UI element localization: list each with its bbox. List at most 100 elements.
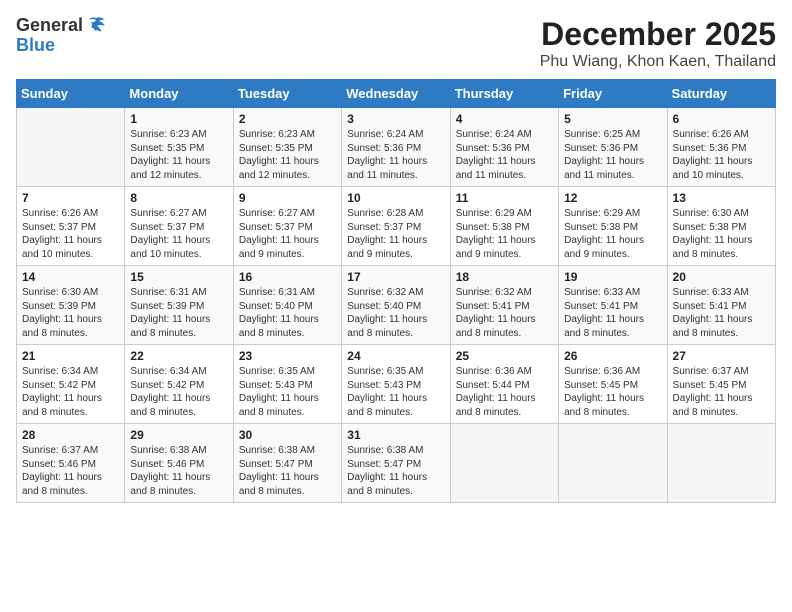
day-number: 7 [22,191,119,205]
calendar-cell: 13 Sunrise: 6:30 AMSunset: 5:38 PMDayligh… [667,187,775,266]
day-number: 1 [130,112,227,126]
page-subtitle: Phu Wiang, Khon Kaen, Thailand [540,53,776,71]
day-info: Sunrise: 6:37 AMSunset: 5:45 PMDaylight:… [673,365,770,419]
calendar-week-row: 1 Sunrise: 6:23 AMSunset: 5:35 PMDaylight… [17,108,776,187]
page-title: December 2025 [540,16,776,53]
day-info: Sunrise: 6:38 AMSunset: 5:46 PMDaylight:… [130,444,227,498]
calendar-cell: 1 Sunrise: 6:23 AMSunset: 5:35 PMDaylight… [125,108,233,187]
calendar-week-row: 7 Sunrise: 6:26 AMSunset: 5:37 PMDaylight… [17,187,776,266]
calendar-cell: 7 Sunrise: 6:26 AMSunset: 5:37 PMDaylight… [17,187,125,266]
day-number: 27 [673,349,770,363]
calendar-cell: 18 Sunrise: 6:32 AMSunset: 5:41 PMDayligh… [450,266,558,345]
day-info: Sunrise: 6:31 AMSunset: 5:40 PMDaylight:… [239,286,336,340]
calendar-cell: 29 Sunrise: 6:38 AMSunset: 5:46 PMDayligh… [125,424,233,503]
day-info: Sunrise: 6:28 AMSunset: 5:37 PMDaylight:… [347,207,444,261]
day-number: 21 [22,349,119,363]
day-number: 4 [456,112,553,126]
day-number: 11 [456,191,553,205]
day-number: 24 [347,349,444,363]
day-number: 26 [564,349,661,363]
day-info: Sunrise: 6:25 AMSunset: 5:36 PMDaylight:… [564,128,661,182]
calendar-cell: 5 Sunrise: 6:25 AMSunset: 5:36 PMDaylight… [559,108,667,187]
day-number: 13 [673,191,770,205]
logo-bird-icon [85,16,107,36]
day-number: 15 [130,270,227,284]
calendar-cell: 6 Sunrise: 6:26 AMSunset: 5:36 PMDaylight… [667,108,775,187]
day-info: Sunrise: 6:38 AMSunset: 5:47 PMDaylight:… [239,444,336,498]
calendar-cell: 8Sunrise: 6:27 AMSunset: 5:37 PMDaylight… [125,187,233,266]
calendar-cell: 12 Sunrise: 6:29 AMSunset: 5:38 PMDayligh… [559,187,667,266]
calendar-week-row: 21 Sunrise: 6:34 AMSunset: 5:42 PMDayligh… [17,345,776,424]
header-friday: Friday [559,80,667,108]
calendar-cell: 10 Sunrise: 6:28 AMSunset: 5:37 PMDayligh… [342,187,450,266]
calendar-cell: 23Sunrise: 6:35 AMSunset: 5:43 PMDayligh… [233,345,341,424]
calendar-cell [559,424,667,503]
day-info: Sunrise: 6:36 AMSunset: 5:45 PMDaylight:… [564,365,661,419]
calendar-cell: 27 Sunrise: 6:37 AMSunset: 5:45 PMDayligh… [667,345,775,424]
day-info: Sunrise: 6:23 AMSunset: 5:35 PMDaylight:… [239,128,336,182]
day-number: 23 [239,349,336,363]
calendar-header-row: SundayMondayTuesdayWednesdayThursdayFrid… [17,80,776,108]
day-info: Sunrise: 6:23 AMSunset: 5:35 PMDaylight:… [130,128,227,182]
day-number: 5 [564,112,661,126]
calendar-cell: 31 Sunrise: 6:38 AMSunset: 5:47 PMDayligh… [342,424,450,503]
calendar-cell: 16Sunrise: 6:31 AMSunset: 5:40 PMDayligh… [233,266,341,345]
day-info: Sunrise: 6:33 AMSunset: 5:41 PMDaylight:… [564,286,661,340]
calendar-cell: 26 Sunrise: 6:36 AMSunset: 5:45 PMDayligh… [559,345,667,424]
calendar-cell: 21Sunrise: 6:34 AMSunset: 5:42 PMDayligh… [17,345,125,424]
page-header: General Blue December 2025 Phu Wiang, Kh… [16,16,776,71]
day-number: 31 [347,428,444,442]
day-number: 6 [673,112,770,126]
calendar-cell [450,424,558,503]
day-info: Sunrise: 6:29 AMSunset: 5:38 PMDaylight:… [564,207,661,261]
header-tuesday: Tuesday [233,80,341,108]
day-number: 12 [564,191,661,205]
day-info: Sunrise: 6:33 AMSunset: 5:41 PMDaylight:… [673,286,770,340]
day-number: 28 [22,428,119,442]
calendar-cell: 30 Sunrise: 6:38 AMSunset: 5:47 PMDayligh… [233,424,341,503]
day-info: Sunrise: 6:32 AMSunset: 5:41 PMDaylight:… [456,286,553,340]
calendar-cell: 28 Sunrise: 6:37 AMSunset: 5:46 PMDayligh… [17,424,125,503]
day-number: 17 [347,270,444,284]
day-info: Sunrise: 6:37 AMSunset: 5:46 PMDaylight:… [22,444,119,498]
logo-blue: Blue [16,36,107,56]
day-number: 9 [239,191,336,205]
day-number: 3 [347,112,444,126]
calendar-cell: 15Sunrise: 6:31 AMSunset: 5:39 PMDayligh… [125,266,233,345]
header-thursday: Thursday [450,80,558,108]
day-number: 14 [22,270,119,284]
header-saturday: Saturday [667,80,775,108]
calendar-cell: 22 Sunrise: 6:34 AMSunset: 5:42 PMDayligh… [125,345,233,424]
day-number: 19 [564,270,661,284]
header-monday: Monday [125,80,233,108]
day-info: Sunrise: 6:26 AMSunset: 5:36 PMDaylight:… [673,128,770,182]
calendar-cell: 11Sunrise: 6:29 AMSunset: 5:38 PMDayligh… [450,187,558,266]
day-info: Sunrise: 6:24 AMSunset: 5:36 PMDaylight:… [347,128,444,182]
day-info: Sunrise: 6:38 AMSunset: 5:47 PMDaylight:… [347,444,444,498]
day-info: Sunrise: 6:27 AMSunset: 5:37 PMDaylight:… [130,207,227,261]
day-info: Sunrise: 6:30 AMSunset: 5:38 PMDaylight:… [673,207,770,261]
day-info: Sunrise: 6:30 AMSunset: 5:39 PMDaylight:… [22,286,119,340]
day-number: 22 [130,349,227,363]
calendar-cell [667,424,775,503]
day-number: 29 [130,428,227,442]
day-number: 10 [347,191,444,205]
day-info: Sunrise: 6:36 AMSunset: 5:44 PMDaylight:… [456,365,553,419]
calendar-table: SundayMondayTuesdayWednesdayThursdayFrid… [16,79,776,503]
day-number: 20 [673,270,770,284]
header-wednesday: Wednesday [342,80,450,108]
header-sunday: Sunday [17,80,125,108]
calendar-cell: 25 Sunrise: 6:36 AMSunset: 5:44 PMDayligh… [450,345,558,424]
day-info: Sunrise: 6:34 AMSunset: 5:42 PMDaylight:… [130,365,227,419]
logo-general: General [16,16,83,36]
day-info: Sunrise: 6:26 AMSunset: 5:37 PMDaylight:… [22,207,119,261]
title-block: December 2025 Phu Wiang, Khon Kaen, Thai… [540,16,776,71]
day-number: 30 [239,428,336,442]
day-number: 18 [456,270,553,284]
day-number: 2 [239,112,336,126]
day-number: 25 [456,349,553,363]
calendar-cell: 9 Sunrise: 6:27 AMSunset: 5:37 PMDaylight… [233,187,341,266]
calendar-cell: 19 Sunrise: 6:33 AMSunset: 5:41 PMDayligh… [559,266,667,345]
calendar-cell: 3 Sunrise: 6:24 AMSunset: 5:36 PMDaylight… [342,108,450,187]
day-info: Sunrise: 6:27 AMSunset: 5:37 PMDaylight:… [239,207,336,261]
